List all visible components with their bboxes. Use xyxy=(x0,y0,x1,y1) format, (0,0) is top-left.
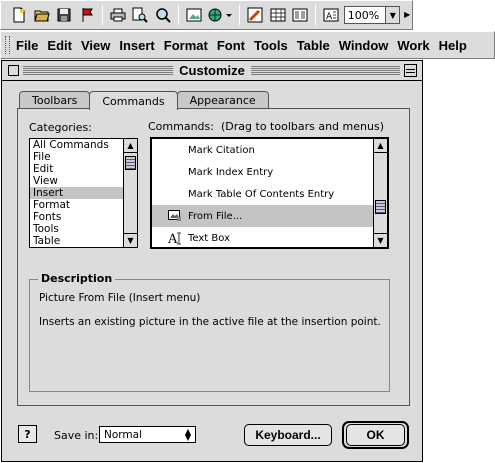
collapse-icon[interactable] xyxy=(404,64,417,77)
columns-icon[interactable] xyxy=(290,5,310,26)
print-preview-icon[interactable] xyxy=(130,5,150,26)
close-icon[interactable] xyxy=(8,65,19,76)
save-in-label: Save in: xyxy=(54,429,99,442)
dialog-title: Customize xyxy=(173,63,251,78)
menu-help[interactable]: Help xyxy=(439,38,467,53)
tab-toolbars[interactable]: Toolbars xyxy=(19,91,91,109)
tab-commands[interactable]: Commands xyxy=(89,91,178,110)
save-icon[interactable] xyxy=(54,5,74,26)
list-item[interactable]: File xyxy=(30,151,137,163)
description-body: Inserts an existing picture in the activ… xyxy=(39,316,381,328)
scroll-up-icon[interactable]: ▲ xyxy=(124,139,137,153)
commands-scrollbar[interactable]: ▲ ▼ xyxy=(373,139,387,247)
list-item[interactable]: Fonts xyxy=(30,211,137,223)
command-item-selected[interactable]: From File... xyxy=(152,205,387,227)
menu-work[interactable]: Work xyxy=(397,38,429,53)
list-item[interactable]: Table xyxy=(30,235,137,247)
commands-hint: (Drag to toolbars and menus) xyxy=(221,120,384,133)
format-painter-icon[interactable] xyxy=(245,5,265,26)
command-label: Mark Citation xyxy=(188,144,255,156)
save-in-value: Normal xyxy=(104,428,142,441)
web-icon[interactable] xyxy=(207,5,234,26)
command-label: Mark Table Of Contents Entry xyxy=(188,188,335,200)
picture-icon xyxy=(166,210,184,222)
command-label: From File... xyxy=(188,210,243,222)
command-item[interactable]: Mark Index Entry xyxy=(152,161,387,183)
command-item[interactable]: Mark Table Of Contents Entry xyxy=(152,183,387,205)
toolbar-separator xyxy=(315,5,317,25)
commands-label: Commands: xyxy=(148,120,214,133)
menu-tools[interactable]: Tools xyxy=(254,38,288,53)
menu-insert[interactable]: Insert xyxy=(119,38,154,53)
table-icon[interactable] xyxy=(267,5,287,26)
svg-text:A: A xyxy=(168,232,178,245)
tab-appearance[interactable]: Appearance xyxy=(176,91,269,109)
menu-format[interactable]: Format xyxy=(164,38,208,53)
find-icon[interactable] xyxy=(153,5,173,26)
list-item[interactable]: Edit xyxy=(30,163,137,175)
text-box-icon[interactable]: A xyxy=(321,5,341,26)
description-title: Picture From File (Insert menu) xyxy=(39,292,201,304)
ok-button[interactable]: OK xyxy=(346,424,405,446)
list-item-selected[interactable]: Insert xyxy=(30,187,137,199)
scroll-down-icon[interactable]: ▼ xyxy=(374,233,387,247)
print-icon[interactable] xyxy=(108,5,128,26)
standard-toolbar: A 100% ▼ ▶ xyxy=(0,0,413,30)
dialog-titlebar[interactable]: Customize xyxy=(2,61,422,81)
commands-panel: Categories: Commands: (Drag to toolbars … xyxy=(17,108,410,406)
list-item[interactable]: Format xyxy=(30,199,137,211)
open-icon[interactable] xyxy=(31,5,51,26)
command-item[interactable]: A Text Box xyxy=(152,227,387,247)
description-group: Description Picture From File (Insert me… xyxy=(29,272,390,392)
menu-window[interactable]: Window xyxy=(339,38,389,53)
toolbar-separator xyxy=(238,5,240,25)
updown-arrows-icon: ▲ ▼ xyxy=(184,426,191,442)
menu-bar: File Edit View Insert Format Font Tools … xyxy=(0,31,495,59)
categories-list[interactable]: All Commands File Edit View Insert Forma… xyxy=(29,138,138,248)
zoom-select[interactable]: 100% ▼ xyxy=(343,6,401,24)
commands-list[interactable]: Mark Citation Mark Index Entry Mark Tabl… xyxy=(150,137,389,249)
menu-edit[interactable]: Edit xyxy=(47,38,72,53)
flag-icon[interactable] xyxy=(76,5,96,26)
list-item[interactable]: All Commands xyxy=(30,139,137,151)
list-item[interactable]: Tools xyxy=(30,223,137,235)
toolbar-separator xyxy=(178,5,180,25)
list-item[interactable]: View xyxy=(30,175,137,187)
text-box-icon: A xyxy=(166,231,184,245)
scroll-up-icon[interactable]: ▲ xyxy=(374,139,387,153)
menu-font[interactable]: Font xyxy=(217,38,245,53)
help-icon: ? xyxy=(24,427,31,441)
command-label: Text Box xyxy=(188,232,230,244)
chevron-down-icon[interactable]: ▼ xyxy=(385,7,400,23)
description-legend: Description xyxy=(38,272,116,285)
svg-text:A: A xyxy=(326,12,333,22)
command-label: Mark Index Entry xyxy=(188,166,274,178)
customize-dialog: Customize Toolbars Commands Appearance C… xyxy=(1,60,423,462)
insert-picture-icon[interactable] xyxy=(184,5,204,26)
zoom-value: 100% xyxy=(347,8,380,22)
save-in-select[interactable]: Normal ▲ ▼ xyxy=(99,426,196,443)
menu-file[interactable]: File xyxy=(16,38,38,53)
menu-table[interactable]: Table xyxy=(297,38,330,53)
keyboard-button[interactable]: Keyboard... xyxy=(244,424,332,446)
categories-label: Categories: xyxy=(29,121,92,134)
toolbar-separator xyxy=(101,5,103,25)
tab-strip: Toolbars Commands Appearance xyxy=(19,91,269,110)
scroll-thumb[interactable] xyxy=(125,156,136,170)
menu-view[interactable]: View xyxy=(81,38,110,53)
help-button[interactable]: ? xyxy=(18,425,37,443)
scroll-down-icon[interactable]: ▼ xyxy=(124,233,137,247)
menubar-grip[interactable] xyxy=(5,36,10,54)
categories-scrollbar[interactable]: ▲ ▼ xyxy=(123,139,137,247)
command-item[interactable]: Mark Citation xyxy=(152,139,387,161)
toolbar-expand-icon[interactable]: ▶ xyxy=(402,5,412,26)
scroll-thumb[interactable] xyxy=(375,200,386,214)
new-icon[interactable] xyxy=(9,5,29,26)
